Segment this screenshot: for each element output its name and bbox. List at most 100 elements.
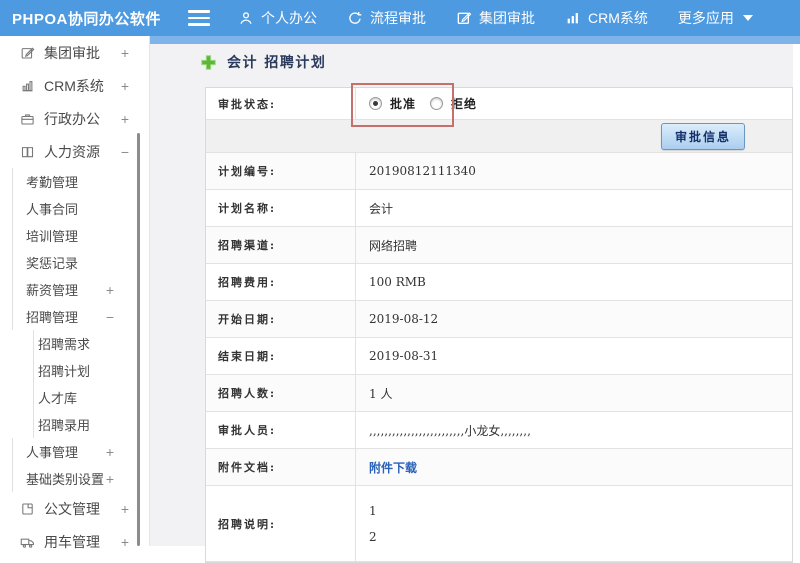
nav-label: 个人办公 — [261, 10, 317, 26]
nav-item-personal-office[interactable]: 个人办公 — [238, 8, 317, 28]
sidebar-item-label: 人事合同 — [26, 202, 79, 217]
content-top-strip — [150, 36, 800, 44]
top-navigation: 个人办公 流程审批 集团审批 CRM系统 更多应用 — [238, 8, 753, 28]
collapse-icon[interactable]: − — [121, 144, 129, 160]
expand-icon[interactable]: + — [121, 111, 129, 127]
radio-unselected-icon[interactable] — [430, 97, 444, 110]
field-value: 网络招聘 — [369, 238, 418, 253]
process-arrow-icon — [347, 10, 363, 26]
field-row-3: 招聘费用: 100 RMB — [206, 264, 792, 301]
expand-icon[interactable]: + — [121, 501, 129, 517]
expand-icon[interactable]: + — [106, 444, 114, 460]
field-value: 20190812111340 — [369, 164, 476, 178]
sidebar-item-1[interactable]: CRM系统 + — [0, 69, 149, 102]
document-icon — [20, 501, 35, 516]
nav-label: CRM系统 — [588, 10, 648, 26]
field-value: 2019-08-31 — [369, 349, 439, 363]
field-label: 审批人员: — [206, 412, 356, 448]
field-row-6: 招聘人数: 1 人 — [206, 375, 792, 412]
radio-label: 批准 — [390, 97, 417, 111]
sidebar-item-label: CRM系统 — [44, 77, 104, 94]
approval-info-button[interactable]: 审批信息 — [660, 122, 745, 150]
expand-icon[interactable]: + — [106, 471, 114, 487]
sidebar: 集团审批 + CRM系统 + 行政办公 + 人力资源 − 考勤管理人事合同培训管理奖惩记录薪资管… — [0, 36, 150, 550]
sidebar-item-13[interactable]: 招聘录用 — [0, 411, 149, 438]
sidebar-item-16[interactable]: 公文管理 + — [0, 492, 149, 525]
nav-label: 集团审批 — [479, 10, 535, 26]
field-label: 计划编号: — [206, 153, 356, 189]
sidebar-item-label: 奖惩记录 — [26, 256, 79, 271]
sidebar-item-label: 招聘计划 — [38, 364, 91, 379]
nav-item-crm-system[interactable]: CRM系统 — [565, 8, 648, 28]
attachment-download-link[interactable]: 附件下载 — [369, 459, 417, 476]
main-content: 会计 招聘计划 审批状态: 批准 拒绝 审批信息 计划编号: 20190812111… — [150, 36, 800, 563]
expand-icon[interactable]: + — [121, 534, 129, 550]
sidebar-item-17[interactable]: 用车管理 + — [0, 525, 149, 558]
bar-chart-icon — [565, 10, 581, 26]
sidebar-item-0[interactable]: 集团审批 + — [0, 36, 149, 69]
field-row-9: 招聘说明: 1 2 — [206, 486, 792, 562]
field-label: 招聘人数: — [206, 375, 356, 411]
sidebar-item-label: 基础类别设置 — [26, 472, 105, 487]
field-label: 附件文档: — [206, 449, 356, 485]
sidebar-item-14[interactable]: 人事管理 + — [0, 438, 149, 465]
field-value: 2019-08-12 — [369, 312, 439, 326]
field-value: 会计 — [369, 201, 394, 216]
field-label: 结束日期: — [206, 338, 356, 374]
sidebar-item-label: 用车管理 — [44, 533, 100, 550]
field-value: 1 人 — [369, 386, 393, 401]
sidebar-item-label: 人力资源 — [44, 143, 100, 160]
nav-item-group-approval[interactable]: 集团审批 — [456, 8, 535, 28]
radio-selected-icon[interactable] — [369, 97, 382, 110]
nav-label: 流程审批 — [370, 10, 426, 26]
sidebar-item-7[interactable]: 奖惩记录 — [0, 249, 149, 276]
edit-square-icon — [20, 45, 35, 60]
sidebar-item-9[interactable]: 招聘管理 − — [0, 303, 149, 330]
sidebar-item-11[interactable]: 招聘计划 — [0, 357, 149, 384]
sidebar-item-3[interactable]: 人力资源 − — [0, 135, 149, 168]
sidebar-menu: 集团审批 + CRM系统 + 行政办公 + 人力资源 − 考勤管理人事合同培训管理奖惩记录薪资管… — [0, 36, 149, 558]
field-row-0: 计划编号: 20190812111340 — [206, 153, 792, 190]
caret-down-icon — [742, 15, 753, 21]
nav-label: 更多应用 — [677, 10, 734, 26]
main-scrollbar[interactable] — [793, 44, 800, 546]
expand-icon[interactable]: + — [106, 282, 114, 298]
sidebar-item-label: 招聘录用 — [38, 418, 91, 433]
radio-label: 拒绝 — [451, 97, 478, 111]
approval-radio-1[interactable]: 拒绝 — [430, 95, 477, 112]
sidebar-item-5[interactable]: 人事合同 — [0, 195, 149, 222]
sidebar-item-label: 招聘需求 — [38, 337, 91, 352]
field-value: 100 RMB — [369, 275, 426, 289]
add-plus-icon[interactable] — [200, 54, 217, 71]
app-logo: PHPOA协同办公软件 — [12, 10, 161, 28]
edit-icon — [456, 10, 472, 26]
expand-icon[interactable]: + — [121, 78, 129, 94]
sidebar-item-label: 集团审批 — [44, 44, 100, 61]
expand-icon[interactable]: + — [121, 45, 129, 61]
field-label: 招聘说明: — [206, 486, 356, 561]
sidebar-item-4[interactable]: 考勤管理 — [0, 168, 149, 195]
approval-radio-0[interactable]: 批准 — [369, 95, 416, 112]
briefcase-icon — [20, 111, 35, 126]
sidebar-item-12[interactable]: 人才库 — [0, 384, 149, 411]
field-row-1: 计划名称: 会计 — [206, 190, 792, 227]
sidebar-item-label: 考勤管理 — [26, 175, 79, 190]
approval-button-row: 审批信息 — [206, 120, 792, 153]
field-row-8: 附件文档: 附件下载 — [206, 449, 792, 486]
menu-toggle-button[interactable] — [188, 10, 210, 26]
sidebar-item-8[interactable]: 薪资管理 + — [0, 276, 149, 303]
approval-radio-group: 批准 拒绝 — [369, 95, 477, 112]
sidebar-item-15[interactable]: 基础类别设置 + — [0, 465, 149, 492]
sidebar-item-label: 行政办公 — [44, 110, 100, 127]
field-value: ,,,,,,,,,,,,,,,,,,,,,,,,,小龙女,,,,,,,, — [369, 423, 531, 438]
book-icon — [20, 144, 35, 159]
page-title-row: 会计 招聘计划 — [200, 52, 326, 72]
sidebar-item-6[interactable]: 培训管理 — [0, 222, 149, 249]
truck-icon — [20, 534, 35, 549]
collapse-icon[interactable]: − — [106, 309, 114, 325]
sidebar-item-10[interactable]: 招聘需求 — [0, 330, 149, 357]
nav-item-more-apps[interactable]: 更多应用 — [678, 8, 753, 28]
sidebar-item-2[interactable]: 行政办公 + — [0, 102, 149, 135]
sidebar-scrollbar[interactable] — [137, 133, 140, 546]
nav-item-workflow-approval[interactable]: 流程审批 — [347, 8, 426, 28]
